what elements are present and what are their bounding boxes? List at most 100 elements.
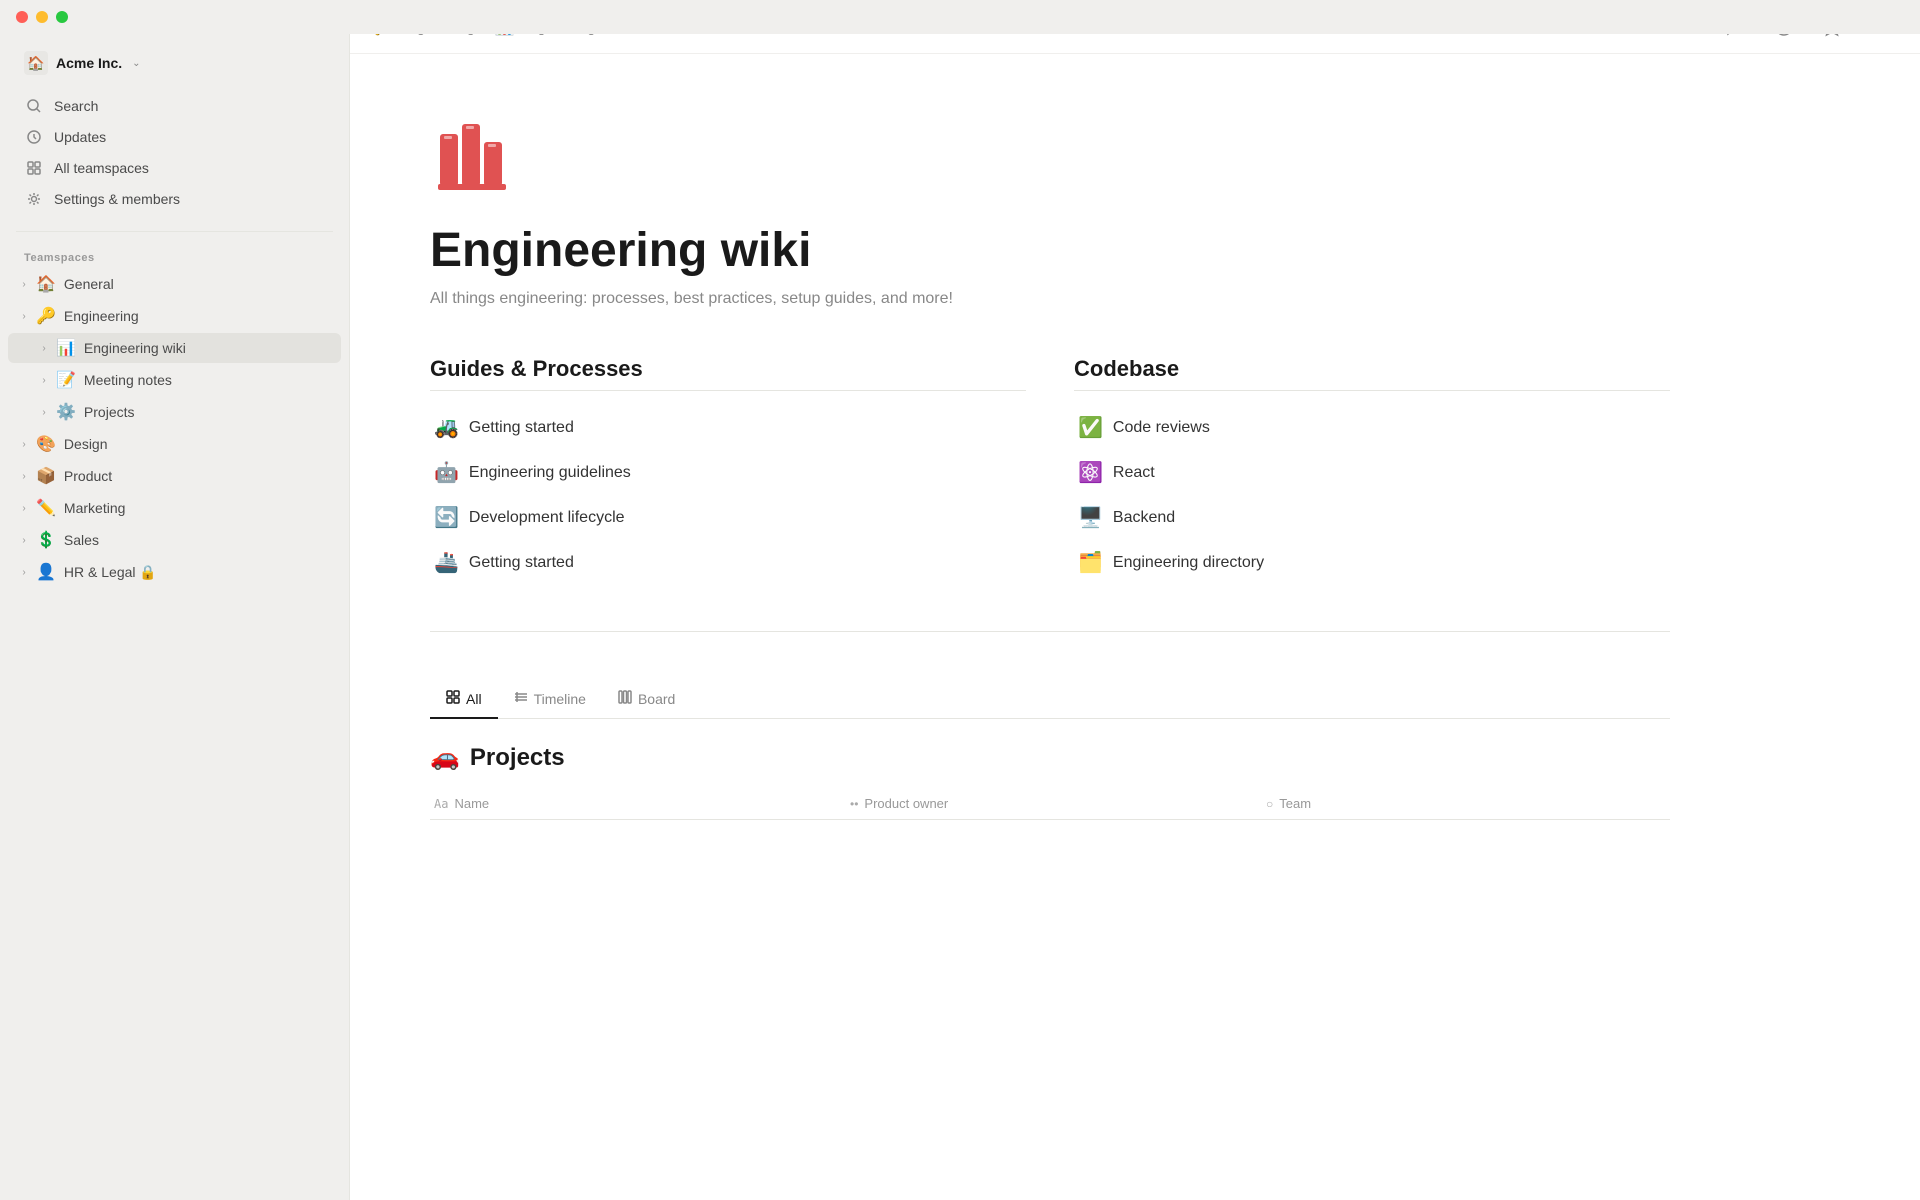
- sidebar-projects-inner: ⚙️ Projects: [56, 402, 333, 422]
- sidebar-item-updates[interactable]: Updates: [8, 122, 341, 152]
- maximize-button[interactable]: [56, 11, 68, 23]
- arrow-icon-marketing: ›: [16, 500, 32, 516]
- codebase-links: ✅ Code reviews ⚛️ React 🖥️ Backend 🗂️ En…: [1074, 407, 1670, 583]
- page-content: Engineering wiki All things engineering:…: [350, 54, 1750, 860]
- link-emoji-2: 🤖: [434, 460, 459, 485]
- wiki-emoji: 📊: [56, 338, 76, 358]
- sidebar-item-all-teamspaces[interactable]: All teamspaces: [8, 153, 341, 183]
- link-dev-lifecycle[interactable]: 🔄 Development lifecycle: [430, 497, 1026, 538]
- codebase-section: Codebase ✅ Code reviews ⚛️ React 🖥️ Back…: [1074, 356, 1670, 583]
- general-label: General: [64, 276, 114, 292]
- tabs-container: All Timeline: [430, 680, 1670, 719]
- sidebar-item-meeting-notes[interactable]: › 📝 Meeting notes: [8, 365, 341, 395]
- link-emoji-5: ✅: [1078, 415, 1103, 440]
- table-col-name: Aa Name: [434, 796, 834, 811]
- product-emoji: 📦: [36, 466, 56, 486]
- table-col-product-owner: •• Product owner: [850, 796, 1250, 811]
- arrow-icon-hr: ›: [16, 564, 32, 580]
- main-content: 🔑 Engineering / 📊 Engineering wiki: [350, 0, 1920, 1200]
- page-title: Engineering wiki: [430, 223, 1670, 278]
- sidebar-item-general[interactable]: › 🏠 General: [8, 269, 341, 299]
- arrow-icon-engineering: ›: [16, 308, 32, 324]
- workspace-icon: 🏠: [24, 51, 48, 75]
- link-engineering-guidelines[interactable]: 🤖 Engineering guidelines: [430, 452, 1026, 493]
- tab-timeline-icon: [514, 690, 528, 707]
- tab-timeline[interactable]: Timeline: [498, 680, 602, 719]
- design-label: Design: [64, 436, 108, 452]
- projects-label: Projects: [84, 404, 135, 420]
- projects-emoji: ⚙️: [56, 402, 76, 422]
- workspace-header[interactable]: 🏠 Acme Inc. ⌄: [8, 45, 341, 81]
- tab-board-label: Board: [638, 691, 675, 707]
- search-label: Search: [54, 98, 98, 114]
- sidebar-sales-inner: 💲 Sales: [36, 530, 333, 550]
- tab-board[interactable]: Board: [602, 680, 691, 719]
- general-emoji: 🏠: [36, 274, 56, 294]
- updates-label: Updates: [54, 129, 106, 145]
- workspace-chevron-icon: ⌄: [132, 58, 140, 69]
- sidebar-hr-inner: 👤 HR & Legal 🔒: [36, 562, 333, 582]
- projects-heading: 🚗 Projects: [430, 743, 1670, 772]
- col-team-prefix: ○: [1266, 797, 1273, 811]
- projects-emoji: 🚗: [430, 743, 460, 772]
- tab-board-icon: [618, 690, 632, 707]
- sidebar-item-search[interactable]: Search: [8, 91, 341, 121]
- settings-label: Settings & members: [54, 191, 180, 207]
- link-emoji-6: ⚛️: [1078, 460, 1103, 485]
- col-name-label: Name: [454, 796, 489, 811]
- sidebar-item-settings[interactable]: Settings & members: [8, 184, 341, 214]
- arrow-icon-projects: ›: [36, 404, 52, 420]
- meetings-label: Meeting notes: [84, 372, 172, 388]
- search-icon: [24, 96, 44, 116]
- sidebar-item-engineering[interactable]: › 🔑 Engineering: [8, 301, 341, 331]
- sales-label: Sales: [64, 532, 99, 548]
- sidebar-item-projects[interactable]: › ⚙️ Projects: [8, 397, 341, 427]
- link-engineering-directory[interactable]: 🗂️ Engineering directory: [1074, 542, 1670, 583]
- window-chrome: [0, 0, 1920, 34]
- link-label-1: Getting started: [469, 419, 574, 437]
- grid-icon: [24, 158, 44, 178]
- engineering-label: Engineering: [64, 308, 139, 324]
- page-subtitle: All things engineering: processes, best …: [430, 290, 1670, 308]
- sidebar-marketing-inner: ✏️ Marketing: [36, 498, 333, 518]
- col-team-label: Team: [1279, 796, 1311, 811]
- sidebar-item-marketing[interactable]: › ✏️ Marketing: [8, 493, 341, 523]
- sidebar-nav: Search Updates All teamspace: [0, 82, 349, 223]
- sidebar-general-inner: 🏠 General: [36, 274, 333, 294]
- workspace-name: Acme Inc.: [56, 55, 122, 71]
- col-owner-prefix: ••: [850, 797, 858, 811]
- link-emoji-4: 🚢: [434, 550, 459, 575]
- projects-table-header: Aa Name •• Product owner ○ Team: [430, 788, 1670, 820]
- wiki-label: Engineering wiki: [84, 340, 186, 356]
- col-owner-label: Product owner: [864, 796, 948, 811]
- arrow-icon-design: ›: [16, 436, 32, 452]
- tab-all[interactable]: All: [430, 680, 498, 719]
- teamspaces-label: Teamspaces: [0, 240, 349, 268]
- engineering-emoji: 🔑: [36, 306, 56, 326]
- link-emoji-7: 🖥️: [1078, 505, 1103, 530]
- link-react[interactable]: ⚛️ React: [1074, 452, 1670, 493]
- link-label-3: Development lifecycle: [469, 509, 625, 527]
- sidebar-wiki-inner: 📊 Engineering wiki: [56, 338, 333, 358]
- tab-all-icon: [446, 690, 460, 707]
- close-button[interactable]: [16, 11, 28, 23]
- sidebar-engineering-inner: 🔑 Engineering: [36, 306, 333, 326]
- sidebar-item-product[interactable]: › 📦 Product: [8, 461, 341, 491]
- marketing-emoji: ✏️: [36, 498, 56, 518]
- link-backend[interactable]: 🖥️ Backend: [1074, 497, 1670, 538]
- tab-all-label: All: [466, 691, 482, 707]
- sidebar-item-hr-legal[interactable]: › 👤 HR & Legal 🔒: [8, 557, 341, 587]
- minimize-button[interactable]: [36, 11, 48, 23]
- sidebar-item-sales[interactable]: › 💲 Sales: [8, 525, 341, 555]
- gear-icon: [24, 189, 44, 209]
- sales-emoji: 💲: [36, 530, 56, 550]
- arrow-icon: ›: [16, 276, 32, 292]
- link-code-reviews[interactable]: ✅ Code reviews: [1074, 407, 1670, 448]
- link-getting-started-2[interactable]: 🚢 Getting started: [430, 542, 1026, 583]
- design-emoji: 🎨: [36, 434, 56, 454]
- sidebar-item-design[interactable]: › 🎨 Design: [8, 429, 341, 459]
- link-getting-started-1[interactable]: 🚜 Getting started: [430, 407, 1026, 448]
- arrow-icon-product: ›: [16, 468, 32, 484]
- sections-grid: Guides & Processes 🚜 Getting started 🤖 E…: [430, 356, 1670, 632]
- sidebar-item-engineering-wiki[interactable]: › 📊 Engineering wiki: [8, 333, 341, 363]
